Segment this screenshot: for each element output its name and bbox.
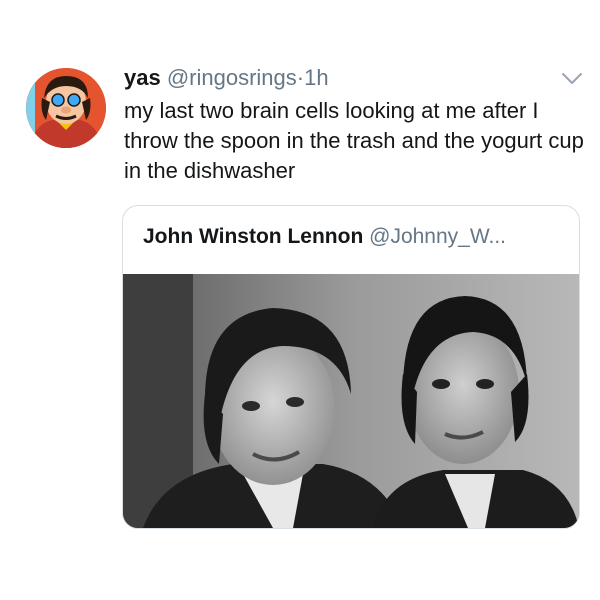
chevron-down-icon[interactable] [561, 72, 583, 86]
avatar[interactable] [26, 68, 106, 148]
quoted-tweet-header: John Winston Lennon @Johnny_W... [143, 224, 506, 250]
cartoon-avatar-icon [26, 68, 106, 148]
separator-dot: · [296, 65, 305, 90]
user-handle[interactable]: @ringosrings [167, 65, 297, 90]
photo-image [123, 274, 579, 528]
display-name[interactable]: yas [124, 65, 161, 90]
quoted-tweet-photo[interactable] [123, 274, 579, 528]
quoted-display-name: John Winston Lennon [143, 225, 364, 248]
timestamp[interactable]: 1h [304, 65, 328, 90]
quoted-tweet[interactable]: John Winston Lennon @Johnny_W... [122, 205, 580, 529]
quoted-user-handle: @Johnny_W... [369, 225, 507, 248]
tweet: yas @ringosrings·1h my last two brain ce… [0, 0, 600, 600]
tweet-text: my last two brain cells looking at me af… [124, 98, 584, 183]
tweet-header: yas @ringosrings·1h [124, 64, 329, 92]
